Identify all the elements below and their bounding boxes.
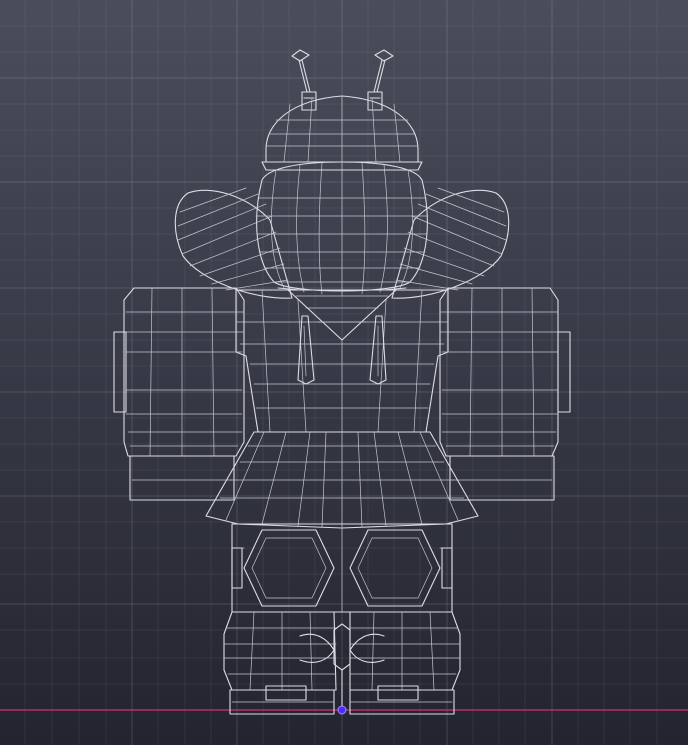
arm-right <box>439 287 571 501</box>
arm-left <box>113 287 245 501</box>
viewport-3d[interactable] <box>0 0 688 745</box>
leg-left <box>223 611 337 715</box>
head-cap <box>261 95 423 171</box>
ear-fin-left <box>174 187 293 299</box>
ear-fin-right <box>391 187 510 299</box>
hip-block <box>231 523 453 613</box>
minor-grid <box>0 0 688 745</box>
waist-skirt <box>205 431 479 529</box>
leg-right <box>349 611 461 715</box>
major-grid <box>0 0 688 745</box>
viewport-canvas <box>0 0 688 745</box>
pivot-marker[interactable] <box>337 705 347 715</box>
hexagon-right <box>349 529 441 607</box>
